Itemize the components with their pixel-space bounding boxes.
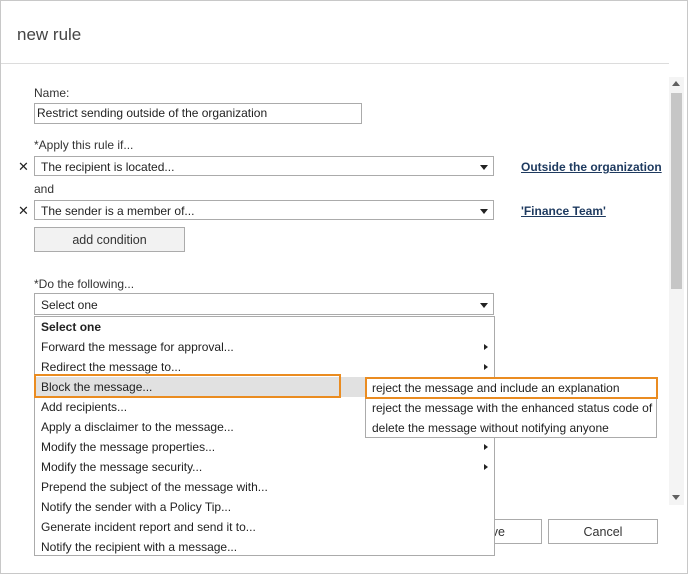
dropdown-item-select-one[interactable]: Select one	[35, 317, 494, 337]
dropdown-item-label: Generate incident report and send it to.…	[41, 520, 256, 534]
submenu-item-label: reject the message with the enhanced sta…	[372, 401, 653, 415]
dropdown-item-label: Apply a disclaimer to the message...	[41, 420, 234, 434]
dropdown-item-label: Notify the recipient with a message...	[41, 540, 238, 554]
condition-2-link[interactable]: 'Finance Team'	[521, 204, 606, 218]
condition-1-select[interactable]: The recipient is located...	[34, 156, 494, 176]
dropdown-item-policy-tip[interactable]: Notify the sender with a Policy Tip...	[35, 497, 494, 517]
condition-1-link[interactable]: Outside the organization	[521, 160, 662, 174]
condition-2-value: The sender is a member of...	[41, 204, 195, 218]
dropdown-item-incident-report[interactable]: Generate incident report and send it to.…	[35, 517, 494, 537]
dropdown-item-label: Forward the message for approval...	[41, 340, 234, 354]
chevron-down-icon	[480, 165, 488, 170]
chevron-right-icon	[484, 444, 488, 450]
scroll-down-icon[interactable]	[672, 495, 680, 500]
dropdown-item-label: Redirect the message to...	[41, 360, 182, 374]
scrollbar[interactable]	[669, 77, 684, 505]
and-label: and	[34, 182, 55, 196]
condition-2-select[interactable]: The sender is a member of...	[34, 200, 494, 220]
dialog-window: new rule Name: Restrict sending outside …	[0, 0, 688, 574]
dropdown-item-label: Select one	[41, 320, 102, 334]
remove-condition-1-icon[interactable]: ✕	[18, 160, 29, 173]
submenu-item-reject-status-code[interactable]: reject the message with the enhanced sta…	[366, 398, 656, 418]
name-label: Name:	[34, 86, 70, 100]
scroll-up-icon[interactable]	[672, 81, 680, 86]
scrollbar-thumb[interactable]	[671, 93, 682, 289]
highlight-box-reject	[365, 377, 658, 399]
dropdown-item-notify-recipient[interactable]: Notify the recipient with a message...	[35, 537, 494, 557]
highlight-box-block	[34, 374, 341, 398]
apply-rule-label: *Apply this rule if...	[34, 138, 134, 152]
condition-1-value: The recipient is located...	[41, 160, 175, 174]
chevron-right-icon	[484, 364, 488, 370]
dropdown-item-forward[interactable]: Forward the message for approval...	[35, 337, 494, 357]
dialog-title: new rule	[17, 25, 82, 44]
chevron-right-icon	[484, 344, 488, 350]
action-select-value: Select one	[41, 298, 98, 312]
chevron-down-icon	[480, 209, 488, 214]
chevron-right-icon	[484, 464, 488, 470]
dropdown-item-prepend-subject[interactable]: Prepend the subject of the message with.…	[35, 477, 494, 497]
header-divider	[1, 63, 669, 64]
dropdown-item-modify-properties[interactable]: Modify the message properties...	[35, 437, 494, 457]
dropdown-item-modify-security[interactable]: Modify the message security...	[35, 457, 494, 477]
dropdown-item-label: Modify the message properties...	[41, 440, 216, 454]
name-input[interactable]: Restrict sending outside of the organiza…	[34, 103, 362, 124]
add-condition-button[interactable]: add condition	[34, 227, 185, 252]
dropdown-item-label: Modify the message security...	[41, 460, 203, 474]
remove-condition-2-icon[interactable]: ✕	[18, 204, 29, 217]
dropdown-item-label: Notify the sender with a Policy Tip...	[41, 500, 232, 514]
cancel-button[interactable]: Cancel	[548, 519, 658, 544]
chevron-down-icon	[480, 303, 488, 308]
submenu-item-label: delete the message without notifying any…	[372, 421, 609, 435]
dropdown-item-label: Prepend the subject of the message with.…	[41, 480, 268, 494]
action-select[interactable]: Select one	[34, 293, 494, 315]
dropdown-item-label: Add recipients...	[41, 400, 128, 414]
do-following-label: *Do the following...	[34, 277, 135, 291]
submenu-item-delete-silently[interactable]: delete the message without notifying any…	[366, 418, 656, 438]
